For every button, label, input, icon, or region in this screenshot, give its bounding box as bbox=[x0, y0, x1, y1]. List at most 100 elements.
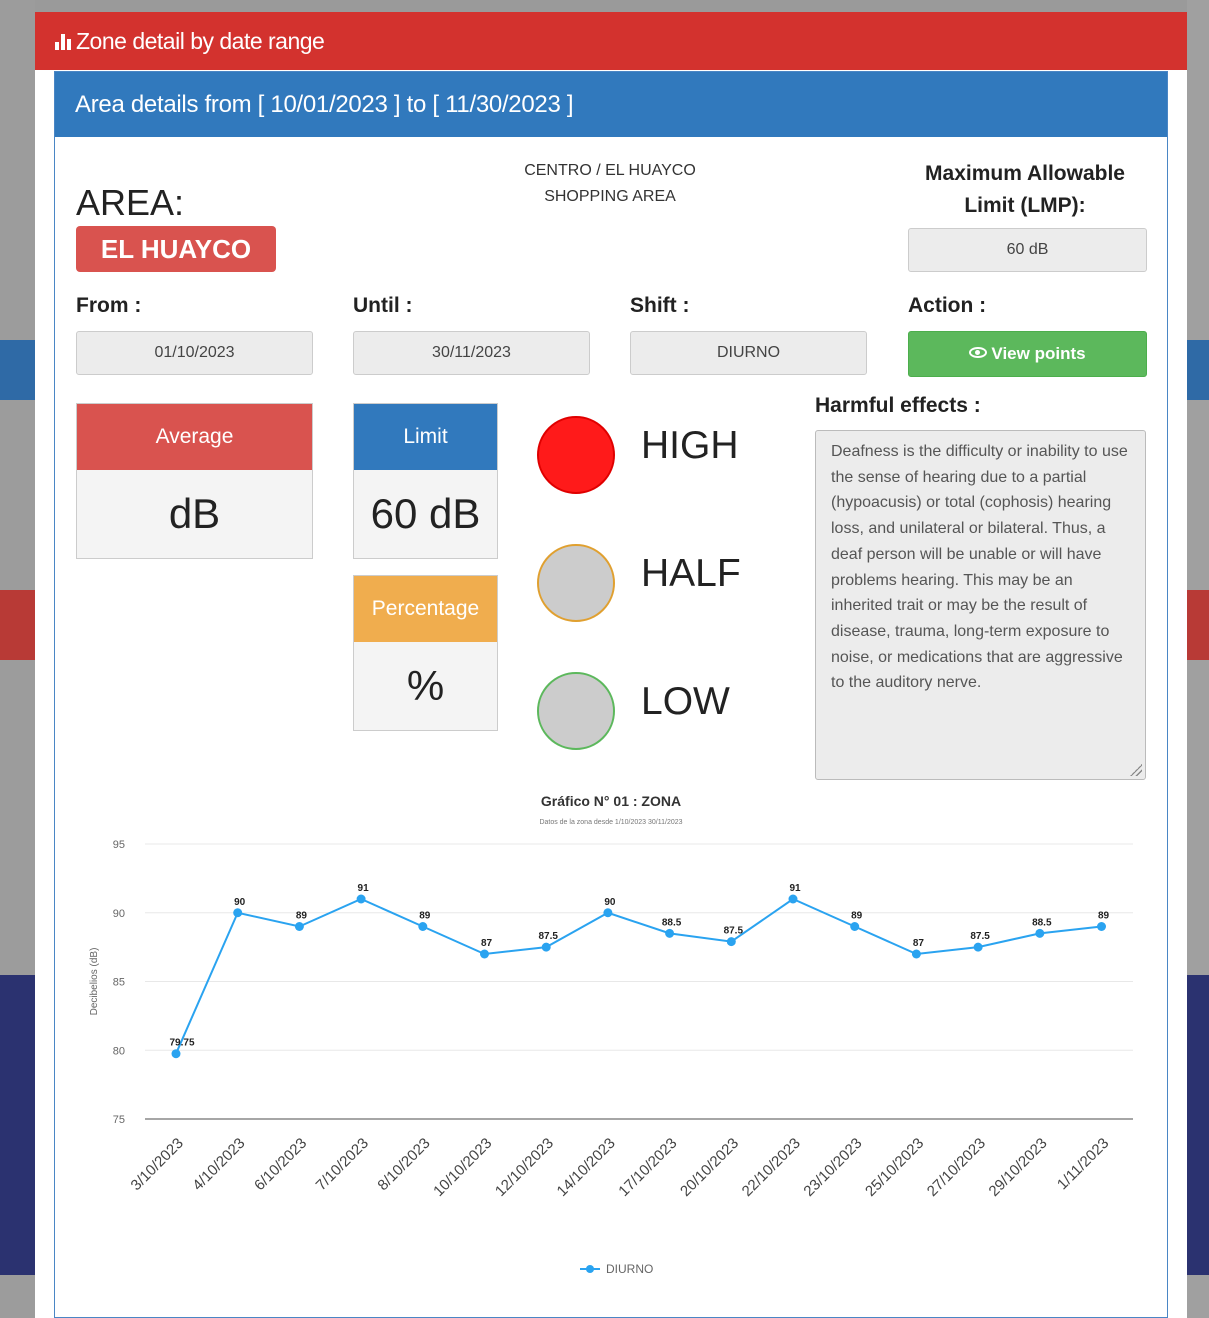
x-tick-label: 23/10/2023 bbox=[800, 1135, 865, 1200]
data-label: 89 bbox=[296, 911, 308, 922]
data-label: 89 bbox=[851, 911, 863, 922]
harmful-effects-text: Deafness is the difficulty or inability … bbox=[831, 443, 1128, 692]
data-point bbox=[418, 922, 428, 931]
y-tick-label: 75 bbox=[113, 1114, 125, 1126]
percentage-header: Percentage bbox=[354, 576, 497, 642]
legend-point-marker bbox=[586, 1265, 594, 1273]
x-tick-label: 8/10/2023 bbox=[374, 1135, 433, 1194]
data-label: 88.5 bbox=[1032, 917, 1052, 928]
chart-title: Gráfico N° 01 : ZONA bbox=[541, 793, 681, 809]
average-box: Average dB bbox=[76, 403, 313, 559]
area-type: SHOPPING AREA bbox=[544, 188, 676, 205]
data-point bbox=[233, 908, 243, 918]
x-tick-label: 10/10/2023 bbox=[430, 1135, 495, 1200]
average-header: Average bbox=[77, 404, 312, 470]
x-tick-label: 12/10/2023 bbox=[492, 1135, 557, 1200]
level-high-indicator bbox=[537, 416, 615, 494]
data-point bbox=[1035, 928, 1045, 938]
data-label: 87 bbox=[913, 938, 925, 949]
limit-value: 60 dB bbox=[370, 490, 481, 537]
chart-subtitle: Datos de la zona desde 1/10/2023 30/11/2… bbox=[539, 819, 682, 826]
modal-header: Zone detail by date range bbox=[35, 12, 1187, 70]
level-low-indicator bbox=[537, 672, 615, 750]
x-tick-label: 27/10/2023 bbox=[924, 1135, 989, 1200]
data-point bbox=[294, 922, 304, 931]
area-label: AREA: bbox=[76, 182, 185, 223]
x-tick-label: 4/10/2023 bbox=[189, 1135, 248, 1194]
x-tick-label: 20/10/2023 bbox=[677, 1135, 742, 1200]
from-date-field[interactable]: 01/10/2023 bbox=[76, 331, 313, 375]
data-point bbox=[171, 1049, 181, 1059]
data-label: 87.5 bbox=[538, 931, 558, 942]
percentage-box: Percentage % bbox=[353, 575, 498, 731]
data-point bbox=[850, 922, 860, 931]
limit-header: Limit bbox=[354, 404, 497, 470]
data-point bbox=[356, 894, 366, 904]
data-label: 88.5 bbox=[662, 917, 682, 928]
x-tick-label: 22/10/2023 bbox=[739, 1135, 804, 1200]
data-point bbox=[788, 894, 798, 904]
level-half-label: HALF bbox=[641, 552, 741, 595]
bar-chart-icon bbox=[55, 32, 71, 50]
until-label: Until : bbox=[353, 294, 413, 317]
backdrop-blue-band-left bbox=[0, 340, 35, 400]
data-label: 87.5 bbox=[724, 926, 744, 937]
harmful-effects-title: Harmful effects : bbox=[815, 394, 981, 417]
harmful-effects-textarea[interactable]: Deafness is the difficulty or inability … bbox=[815, 430, 1146, 780]
data-label: 90 bbox=[234, 897, 246, 908]
x-tick-label: 7/10/2023 bbox=[313, 1135, 372, 1194]
data-label: 91 bbox=[789, 883, 801, 894]
area-location: CENTRO / EL HUAYCO SHOPPING AREA bbox=[455, 158, 765, 210]
data-label: 87 bbox=[481, 938, 493, 949]
noise-line-chart: Gráfico N° 01 : ZONA Datos de la zona des… bbox=[89, 793, 1133, 1276]
action-label: Action : bbox=[908, 294, 987, 317]
x-tick-label: 25/10/2023 bbox=[862, 1135, 927, 1200]
resize-grip-icon[interactable] bbox=[1130, 764, 1142, 776]
until-date-field[interactable]: 30/11/2023 bbox=[353, 331, 590, 375]
modal-title: Zone detail by date range bbox=[76, 27, 325, 54]
x-tick-label: 3/10/2023 bbox=[128, 1135, 187, 1194]
data-label: 89 bbox=[419, 911, 431, 922]
data-label: 87.5 bbox=[970, 931, 990, 942]
backdrop-red-band-right bbox=[1187, 590, 1209, 660]
backdrop-navy-block-right bbox=[1187, 975, 1209, 1275]
data-label: 79.75 bbox=[169, 1038, 194, 1049]
y-tick-label: 95 bbox=[113, 839, 125, 851]
data-point bbox=[973, 942, 983, 952]
data-point bbox=[726, 937, 736, 947]
data-label: 90 bbox=[604, 897, 616, 908]
x-tick-label: 17/10/2023 bbox=[615, 1135, 680, 1200]
eye-icon bbox=[969, 347, 988, 358]
lmp-value-field: 60 dB bbox=[908, 228, 1147, 272]
level-high-label: HIGH bbox=[641, 424, 739, 467]
view-points-button[interactable]: View points bbox=[908, 331, 1147, 377]
view-points-label: View points bbox=[991, 344, 1086, 363]
x-tick-label: 1/11/2023 bbox=[1054, 1135, 1112, 1193]
y-tick-label: 85 bbox=[113, 977, 125, 989]
limit-box: Limit 60 dB bbox=[353, 403, 498, 559]
level-half-indicator bbox=[537, 544, 615, 622]
lmp-title: Maximum Allowable Limit (LMP): bbox=[925, 162, 1125, 217]
data-point bbox=[1097, 922, 1106, 931]
x-tick-label: 6/10/2023 bbox=[251, 1135, 310, 1194]
data-point bbox=[911, 949, 921, 959]
area-details-panel: Area details from [ 10/01/2023 ] to [ 11… bbox=[54, 71, 1168, 1318]
data-point bbox=[480, 949, 489, 959]
legend-label: DIURNO bbox=[606, 1262, 653, 1276]
x-tick-label: 14/10/2023 bbox=[554, 1135, 619, 1200]
from-label: From : bbox=[76, 294, 142, 317]
shift-field[interactable]: DIURNO bbox=[630, 331, 867, 375]
data-label: 91 bbox=[358, 883, 370, 894]
backdrop-navy-block-left bbox=[0, 975, 35, 1275]
panel-heading: Area details from [ 10/01/2023 ] to [ 11… bbox=[55, 72, 1167, 137]
zone-detail-modal: Zone detail by date range Area details f… bbox=[35, 12, 1187, 1318]
data-point bbox=[541, 942, 551, 952]
data-point bbox=[665, 928, 675, 938]
y-tick-label: 90 bbox=[113, 908, 125, 920]
backdrop-red-band-left bbox=[0, 590, 35, 660]
y-axis-label: Decibelios (dB) bbox=[89, 948, 100, 1016]
series-line-diurno bbox=[175, 897, 1102, 1055]
average-value: dB bbox=[168, 490, 221, 537]
backdrop-blue-band-right bbox=[1187, 340, 1209, 400]
data-point bbox=[603, 908, 613, 918]
